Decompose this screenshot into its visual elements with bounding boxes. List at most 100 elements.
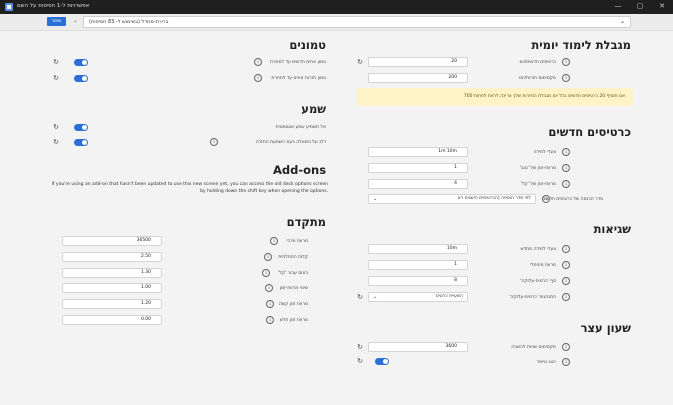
no-autoplay-toggle[interactable] [74,124,88,131]
audio-title: שמע [301,102,326,116]
insertion-order-select[interactable]: ⌄ לפי סדר הוספה (הכרטיסים הישנים רא [368,194,536,204]
bury-review-siblings-label: טמון חזרות אחים עד למחרת [271,76,326,81]
info-icon[interactable]: i [266,316,274,324]
info-icon[interactable]: i [262,269,270,277]
info-icon[interactable]: i [270,237,278,245]
info-icon[interactable]: i [562,277,570,285]
info-icon[interactable]: i [562,358,570,366]
info-icon[interactable]: i [542,195,550,203]
leech-action-label: התנהגות 'כרטיס-עלוקה' [509,295,556,300]
hard-interval-label: מרווח זמן קשה [278,302,308,307]
graduating-interval-label: מרווח-זמן של 'טוב' [519,166,556,171]
easy-interval-label: מרווח-זמן של 'קל' [520,182,556,187]
bury-review-siblings-toggle[interactable] [74,75,88,82]
info-icon[interactable]: i [265,284,273,292]
relearning-steps-input[interactable]: 10m [368,244,468,254]
info-icon[interactable]: i [562,74,570,82]
maximize-button[interactable]: ▢ [633,2,647,10]
interval-modifier-input[interactable]: 1.00 [62,283,162,293]
save-button[interactable]: שמור [47,17,66,26]
bury-new-siblings-label: טמון אחים חדשים עד למחרת [270,60,326,65]
max-reviews-per-day-input[interactable]: 200 [368,73,468,83]
new-interval-input[interactable]: 0.00 [62,315,162,325]
limits-warning: אם תוסיף 20 כרטיסים חדשים בכל יום מגבלת … [357,88,633,106]
info-icon[interactable]: i [210,138,218,146]
info-icon[interactable]: i [562,293,570,301]
window-titlebar: אפשרויות ל-1 חפיסות על השם — ▢ ✕ [0,0,673,14]
insertion-order-value: לפי סדר הוספה (הכרטיסים הישנים רא [457,196,531,201]
show-timer-toggle[interactable] [375,358,389,365]
maximum-interval-input[interactable]: 36500 [62,236,162,246]
max-answer-seconds-input[interactable]: 3600 [368,342,468,352]
reset-icon[interactable]: ↻ [356,343,364,351]
chevron-down-icon: ⌄ [373,196,378,202]
info-icon[interactable]: i [562,148,570,156]
minimize-button[interactable]: — [611,2,625,10]
leech-action-select[interactable]: ⌄ השעיית כרטיס [368,292,468,302]
info-icon[interactable]: i [562,261,570,269]
lapses-title: שגיאות [593,222,631,236]
burying-title: טמונים [289,38,326,52]
skip-question-toggle[interactable] [74,139,88,146]
preset-select-value: ברירת-מחדל (בשימוש ל- 83 חפיסות) [89,19,169,25]
reset-icon[interactable]: ↻ [356,357,364,365]
info-icon[interactable]: i [254,58,262,66]
hard-interval-input[interactable]: 1.20 [62,299,162,309]
preset-select[interactable]: ברירת-מחדל (בשימוש ל- 83 חפיסות) ⌄ [83,16,631,28]
info-icon[interactable]: i [562,245,570,253]
reset-icon[interactable]: ↻ [356,58,364,66]
minimum-interval-label: מרווח מינימלי [530,263,556,268]
chevron-down-icon: ⌄ [373,294,378,300]
info-icon[interactable]: i [264,253,272,261]
info-icon[interactable]: i [562,343,570,351]
close-button[interactable]: ✕ [655,2,669,10]
starting-ease-input[interactable]: 2.50 [62,252,162,262]
learning-steps-label: צעדי למידה [533,150,556,155]
easy-bonus-input[interactable]: 1.30 [62,268,162,278]
reset-icon[interactable]: ↻ [52,138,60,146]
bury-new-siblings-toggle[interactable] [74,59,88,66]
easy-interval-input[interactable]: 4 [368,179,468,189]
info-icon[interactable]: i [562,164,570,172]
app-icon [5,3,13,11]
info-icon[interactable]: i [562,58,570,66]
easy-bonus-label: בונוס עבור 'קל' [277,271,308,276]
new-interval-label: מרווח זמן חדש [279,318,308,323]
info-icon[interactable]: i [254,74,262,82]
relearning-steps-label: צעדי למידה מחדש [520,247,556,252]
reset-icon[interactable]: ↻ [356,293,364,301]
no-autoplay-label: אל תשמיע שמע אוטומטית [275,125,326,130]
preset-menu-button[interactable]: ⌄ [70,16,81,27]
addons-title: Add-ons [273,163,327,177]
daily-limits-title: מגבלת לימוד יומית [531,38,631,52]
reset-icon[interactable]: ↻ [52,74,60,82]
minimum-interval-input[interactable]: 1 [368,260,468,270]
timer-title: שעון עצר [580,321,631,335]
chevron-down-icon: ⌄ [619,18,625,25]
window-title: אפשרויות ל-1 חפיסות על השם [17,3,90,9]
info-icon[interactable]: i [266,300,274,308]
learning-steps-input[interactable]: 1m 10m [368,147,468,157]
chevron-down-icon: ⌄ [73,18,78,24]
new-cards-title: כרטיסים חדשים [548,125,631,139]
info-icon[interactable]: i [562,180,570,188]
max-reviews-per-day-label: מקסימום חזרות/יום [519,76,556,81]
show-timer-label: הצג טיימר [536,360,556,365]
leech-threshold-label: סף 'כרטיס-עלוקה' [520,279,556,284]
reset-icon[interactable]: ↻ [52,58,60,66]
new-cards-per-day-label: כרטיסים חדשים/יום [519,60,557,65]
interval-modifier-label: שינוי מרווח-זמן [279,286,308,291]
options-content: מגבלת לימוד יומית כרטיסים חדשים/יום i 20… [0,32,673,405]
leech-threshold-input[interactable]: 8 [368,276,468,286]
new-cards-per-day-input[interactable]: 20 [368,57,468,67]
insertion-order-label: סדר הכנסה של כרטיסים חדשים [542,197,603,202]
addons-description: If you're using an add-on that hasn't be… [51,182,328,194]
graduating-interval-input[interactable]: 1 [368,163,468,173]
advanced-title: מתקדם [286,215,326,229]
maximum-interval-label: מרווח מרבי [286,239,308,244]
leech-action-value: השעיית כרטיס [435,294,463,299]
skip-question-label: דלג על השאלה בעת השמעת החזרה [255,140,326,145]
reset-icon[interactable]: ↻ [52,123,60,131]
starting-ease-label: קלות התחלתית [278,255,308,260]
max-answer-seconds-label: מקסימום שניות להשבה [511,345,556,350]
